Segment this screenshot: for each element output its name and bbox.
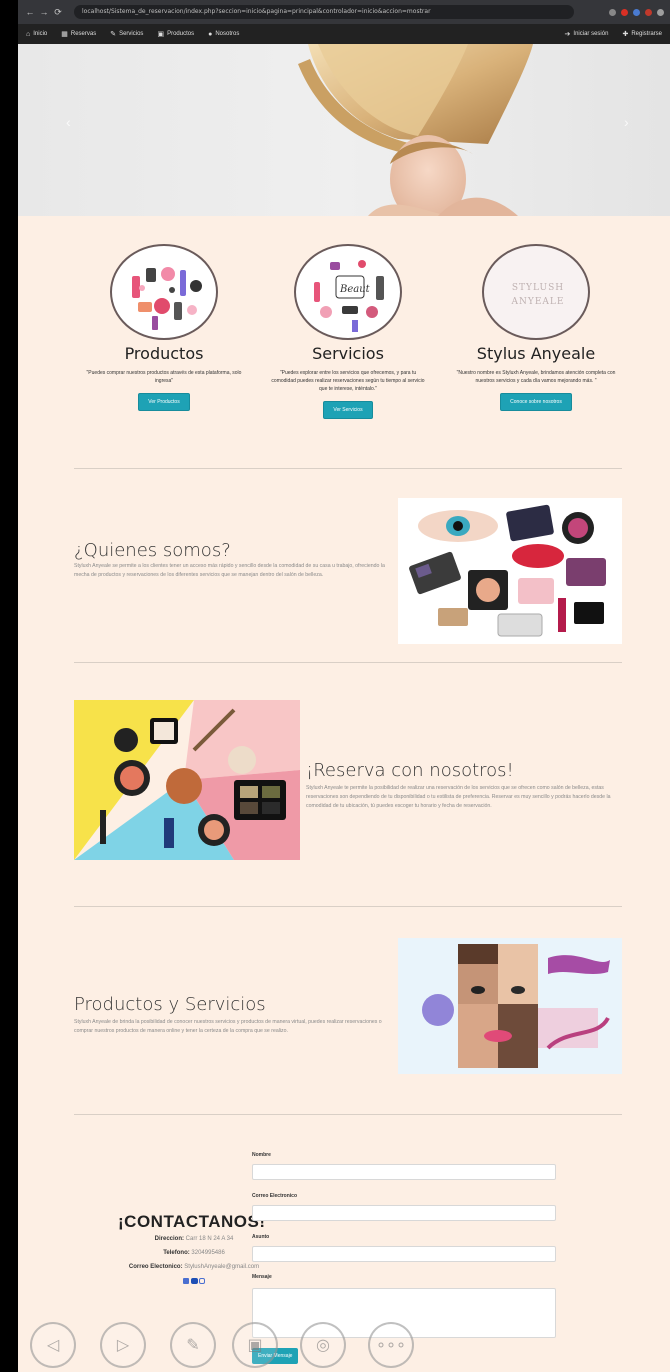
- brush-icon: ✎: [110, 31, 117, 38]
- feature-title: Servicios: [312, 344, 384, 363]
- booking-text: Styluxh Anyeale te permite la posibilida…: [306, 785, 611, 809]
- servicios-image: Beaut: [294, 244, 402, 340]
- user-icon: ●: [208, 30, 213, 38]
- section-divider: [74, 662, 622, 663]
- social-icons: [74, 1278, 314, 1286]
- window-icon: ▣: [247, 1337, 263, 1354]
- camera-icon: ◎: [316, 1337, 330, 1354]
- ver-servicios-button[interactable]: Ver Servicios: [323, 401, 373, 419]
- cosmetics-doodle-icon: [132, 267, 202, 330]
- logo-text-image: STYLUSH ANYEALE: [511, 283, 565, 307]
- overlay-draw-button[interactable]: ✎: [170, 1322, 216, 1368]
- products-title: Productos y Servicios: [74, 994, 266, 1015]
- nombre-input[interactable]: [252, 1164, 556, 1180]
- triangle-right-icon: ▷: [116, 1337, 130, 1354]
- feature-text: "Nuestro nombre es Styluxh Anyeale, brin…: [456, 370, 616, 384]
- about-text: Styluxh Anyeale se permite a los cliente…: [74, 563, 385, 578]
- contact-title: ¡CONTACTANOS!: [118, 1212, 266, 1231]
- reload-icon[interactable]: ⟳: [52, 7, 64, 18]
- feature-text: "Puedes explorar entre los servicios que…: [271, 370, 425, 392]
- more-dots-icon: ∘∘∘: [375, 1337, 407, 1354]
- nav-item-login[interactable]: ➔ Iniciar sesión: [565, 30, 609, 38]
- facebook-icon[interactable]: [182, 1278, 189, 1284]
- feature-nosotros: STYLUSH ANYEALE Stylus Anyeale "Nuestro …: [446, 244, 626, 411]
- mensaje-label: Mensaje: [252, 1274, 272, 1280]
- overlay-screen-button[interactable]: ▣: [232, 1322, 278, 1368]
- carousel-prev-icon[interactable]: ‹: [66, 114, 71, 130]
- feature-servicios: Beaut Servicios "Puedes explorar entre l…: [258, 244, 438, 419]
- overlay-forward-button[interactable]: ▷: [100, 1322, 146, 1368]
- conoce-nosotros-button[interactable]: Conoce sobre nosotros: [500, 393, 572, 411]
- carousel-next-icon[interactable]: ›: [624, 114, 629, 130]
- star-icon[interactable]: [609, 8, 616, 16]
- nav-item-register[interactable]: ✚ Registrarse: [622, 30, 662, 38]
- nav-item-servicios[interactable]: ✎ Servicios: [110, 30, 143, 38]
- svg-text:Beaut: Beaut: [339, 284, 371, 295]
- ver-productos-button[interactable]: Ver Productos: [138, 393, 190, 411]
- makeup-collage-image: [409, 504, 606, 637]
- nav-item-reservas[interactable]: ▦ Reservas: [61, 30, 96, 38]
- address-bar[interactable]: localhost/Sistema_de_reservacion/index.p…: [74, 5, 574, 19]
- asunto-input[interactable]: [252, 1246, 556, 1262]
- extension-icon[interactable]: [621, 8, 628, 16]
- calendar-icon: ▦: [61, 31, 68, 38]
- section-divider: [74, 1114, 622, 1115]
- svg-text:STYLUSH: STYLUSH: [512, 283, 564, 293]
- feature-productos: Productos "Puedes comprar nuestros produ…: [74, 244, 254, 411]
- back-icon[interactable]: ←: [24, 7, 36, 17]
- booking-image: [74, 700, 300, 860]
- nav-item-nosotros[interactable]: ● Nosotros: [208, 31, 239, 38]
- nav-right: ➔ Iniciar sesión ✚ Registrarse: [551, 30, 662, 38]
- products-image: [398, 938, 622, 1074]
- logo-image: STYLUSH ANYEALE: [482, 244, 590, 340]
- hero-carousel: ‹ ›: [18, 44, 670, 216]
- instagram-icon[interactable]: [199, 1278, 206, 1284]
- extensions-area: [609, 8, 664, 16]
- box-icon: ▣: [157, 31, 165, 38]
- site-navbar: ⌂ Inicio ▦ Reservas ✎ Servicios ▣ Productos …: [18, 24, 670, 44]
- about-title: ¿Quienes somos?: [74, 540, 231, 561]
- page: ← → ⟳ localhost/Sistema_de_reservacion/i…: [18, 0, 670, 1372]
- profile-icon[interactable]: [657, 8, 664, 16]
- productos-image: [110, 244, 218, 340]
- login-icon: ➔: [564, 31, 571, 38]
- forward-icon[interactable]: →: [38, 7, 50, 17]
- contact-email: Correo Electonico: StylushAnyeale@gmail.…: [128, 1264, 260, 1270]
- nav-item-inicio[interactable]: ⌂ Inicio: [26, 31, 47, 38]
- face-collage-image: [422, 944, 610, 1068]
- extension-icon[interactable]: [633, 8, 640, 16]
- browser-toolbar: ← → ⟳ localhost/Sistema_de_reservacion/i…: [18, 0, 670, 24]
- overlay-record-button[interactable]: ◎: [300, 1322, 346, 1368]
- feature-title: Stylus Anyeale: [476, 344, 596, 363]
- youtube-icon[interactable]: [190, 1278, 198, 1284]
- correo-input[interactable]: [252, 1205, 556, 1221]
- pencil-icon: ✎: [186, 1337, 200, 1354]
- feature-text: "Puedes comprar nuestros productos atrav…: [86, 370, 242, 384]
- nav-item-productos[interactable]: ▣ Productos: [157, 30, 194, 38]
- left-black-strip: [0, 0, 18, 1372]
- triangle-left-icon: ◁: [46, 1337, 60, 1354]
- about-image: [398, 498, 622, 644]
- nombre-label: Nombre: [252, 1152, 271, 1158]
- booking-title: ¡Reserva con nosotros!: [306, 760, 514, 781]
- home-icon: ⌂: [26, 30, 31, 38]
- extension-icon[interactable]: [645, 8, 652, 16]
- register-icon: ✚: [622, 31, 629, 38]
- asunto-label: Asunto: [252, 1234, 270, 1240]
- overlay-back-button[interactable]: ◁: [30, 1322, 76, 1368]
- beauty-doodle-icon: Beaut: [314, 260, 384, 332]
- hero-image: [298, 44, 533, 216]
- section-divider: [74, 468, 622, 469]
- svg-text:ANYEALE: ANYEALE: [511, 297, 565, 307]
- overlay-more-button[interactable]: ∘∘∘: [368, 1322, 414, 1368]
- cosmetics-flatlay-image: [74, 700, 300, 860]
- feature-title: Productos: [124, 344, 204, 363]
- section-divider: [74, 906, 622, 907]
- correo-label: Correo Electronico: [252, 1193, 298, 1199]
- products-text: Styluxh Anyeale de brinda la posibilidad…: [74, 1019, 382, 1034]
- contact-address: Direccion: Carr 18 N 24 A 34: [154, 1236, 234, 1242]
